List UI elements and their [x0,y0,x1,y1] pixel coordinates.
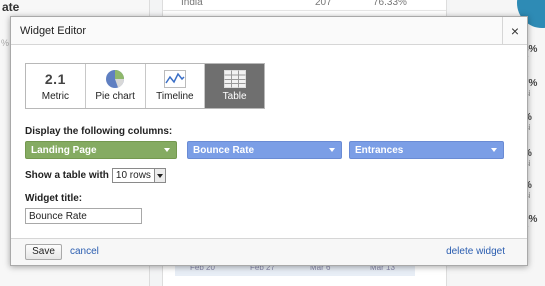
column-select-entrances[interactable]: Entrances [349,141,504,159]
background-visits: 207 [315,0,332,8]
widget-type-label: Metric [41,91,69,102]
close-button[interactable]: × [502,17,527,45]
rows-select-value: 10 rows [115,170,151,181]
background-title-fragment: ate [2,0,20,14]
background-pct-fragment: % [1,38,10,48]
widget-title-input[interactable] [25,208,142,224]
dialog-titlebar: Widget Editor × [11,17,527,45]
widget-type-timeline[interactable]: Timeline [145,64,206,108]
column-select-landing-page[interactable]: Landing Page [25,141,177,159]
widget-editor-dialog: Widget Editor × 2.1 Metric Pie chart Tim… [10,16,528,266]
delete-widget-link[interactable]: delete widget [446,246,505,257]
timeline-icon [163,70,186,88]
close-icon: × [510,23,520,39]
widget-type-label: Timeline [156,91,194,102]
background-rate: 76.33% [373,0,407,8]
chevron-down-icon [329,148,335,152]
widget-type-metric[interactable]: 2.1 Metric [26,64,86,108]
widget-type-selector: 2.1 Metric Pie chart Timeline Table [25,63,265,109]
metric-icon: 2.1 [26,69,85,89]
pie-chart-icon [106,70,125,88]
table-icon [223,70,246,88]
rows-dropdown-button[interactable] [153,169,165,182]
cancel-link[interactable]: cancel [70,246,99,257]
column-select-value: Entrances [355,145,404,156]
widget-type-pie-chart[interactable]: Pie chart [85,64,146,108]
chevron-down-icon [156,173,163,178]
column-select-value: Bounce Rate [193,145,255,156]
columns-label: Display the following columns: [25,126,173,137]
chevron-down-icon [491,148,497,152]
dialog-footer: Save cancel delete widget [11,238,527,265]
chevron-down-icon [164,148,170,152]
widget-type-label: Table [222,91,247,102]
rows-setting: Show a table with 10 rows [25,168,166,183]
background-country: India [181,0,203,8]
widget-type-table[interactable]: Table [205,64,264,108]
background-table-row: India 207 76.33% [163,0,446,11]
widget-title-label: Widget title: [25,193,83,204]
widget-type-label: Pie chart [95,91,135,102]
rows-select[interactable]: 10 rows [111,168,166,183]
column-select-value: Landing Page [31,145,97,156]
dialog-title: Widget Editor [20,25,87,37]
metric-icon-text: 2.1 [44,71,66,87]
column-select-bounce-rate[interactable]: Bounce Rate [187,141,342,159]
rows-label: Show a table with [25,170,109,181]
save-button[interactable]: Save [25,244,62,260]
